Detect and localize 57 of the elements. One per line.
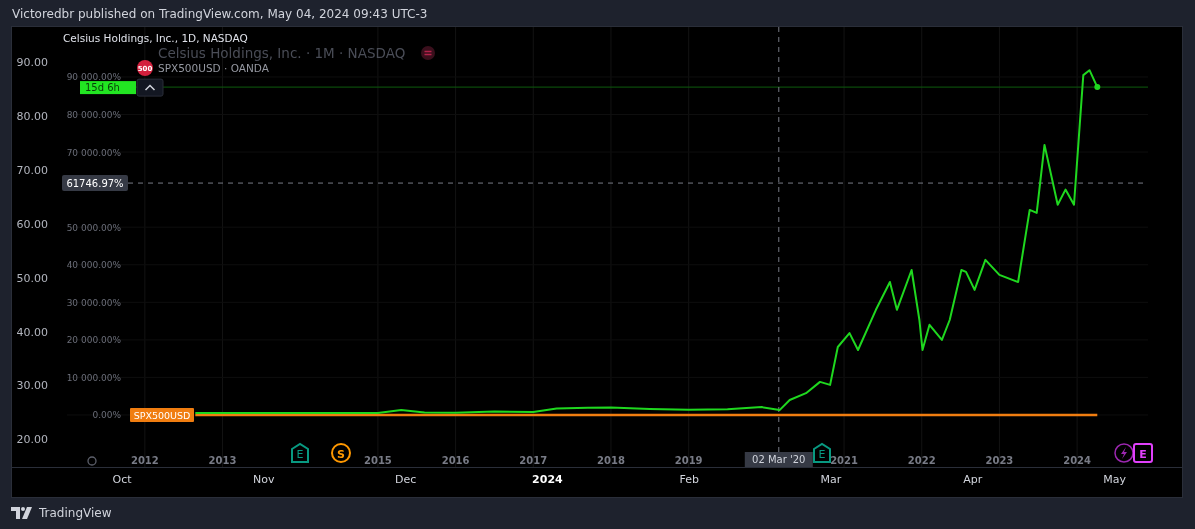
time-axis-label: Mar [820, 473, 842, 486]
earnings-marker[interactable]: E [291, 442, 309, 463]
crosshair-date-label: 02 Mar '20 [744, 452, 813, 467]
time-axis-label: Apr [963, 473, 983, 486]
brand-name: TradingView [39, 505, 112, 522]
compare-symbol-label: SPX500USD · OANDA [158, 62, 269, 74]
collapse-button[interactable] [136, 78, 164, 97]
overlay-symbol-title: Celsius Holdings, Inc. · 1M · NASDAQ [158, 45, 406, 61]
earnings-marker[interactable]: E [1133, 443, 1153, 463]
year-axis-label: 2013 [208, 455, 237, 466]
ref-line-label: 61746.97% [66, 178, 124, 190]
percent-axis-label: 20 000.00% [66, 335, 121, 346]
year-axis-label: 2023 [985, 455, 1014, 466]
series-tag: SPX500USD [130, 408, 194, 422]
price-axis-label: 40.00 [16, 325, 48, 339]
symbol-title: Celsius Holdings, Inc., 1D, NASDAQ [63, 32, 248, 44]
lightning-icon[interactable] [1114, 443, 1134, 463]
year-axis-label: 2021 [830, 455, 858, 466]
price-axis-label: 70.00 [16, 163, 48, 177]
price-axis-label: 30.00 [16, 379, 48, 393]
price-axis-label: 90.00 [16, 56, 48, 69]
year-axis-label: 2016 [441, 455, 470, 466]
time-axis-label: Oct [112, 473, 132, 486]
time-axis-label: 2024 [532, 473, 563, 486]
percent-axis-label: 80 000.00% [66, 110, 121, 120]
year-axis-label: 2024 [1063, 455, 1092, 466]
logo-icon [11, 507, 33, 519]
publish-info: Victoredbr published on TradingView.com, May 04, 2024 09:43 UTC-3 [12, 5, 428, 23]
time-axis-label: Dec [394, 473, 417, 486]
time-axis-label: Nov [253, 473, 275, 486]
percent-axis-label: 0.00% [92, 410, 121, 421]
year-axis-label: 2017 [519, 455, 548, 466]
year-axis-label: 2018 [597, 455, 625, 466]
earnings-marker[interactable]: E [813, 442, 831, 463]
percent-axis-label: 70 000.00% [66, 147, 121, 158]
year-axis-label: 2015 [364, 455, 392, 466]
ref-line-label: 02 Mar '20 [752, 454, 806, 465]
year-axis-label: 2019 [674, 455, 703, 466]
crosshair-price-label: 61746.97% [62, 175, 128, 192]
indicator-icon[interactable] [421, 46, 435, 60]
year-axis-label: 2022 [907, 455, 936, 466]
price-axis-label: 60.00 [16, 217, 48, 231]
last-value-dot [1094, 84, 1101, 91]
year-axis-label: 2012 [130, 455, 159, 466]
time-axis-label: Feb [679, 473, 699, 486]
percent-axis-label: 40 000.00% [66, 260, 121, 271]
dividend-marker[interactable]: S [331, 443, 351, 463]
time-axis-label: May [1103, 473, 1126, 486]
countdown-tag: 15d 6h [80, 81, 136, 95]
percent-axis-label: 10 000.00% [66, 372, 121, 383]
price-axis-label: 20.00 [16, 433, 48, 447]
percent-axis-label: 50 000.00% [66, 222, 121, 233]
percent-axis-label: 30 000.00% [66, 297, 121, 308]
percent-axis-label: 90 000.00% [66, 72, 121, 83]
price-axis-label: 50.00 [16, 271, 48, 285]
target-icon[interactable] [87, 456, 97, 466]
price-axis-label: 80.00 [16, 109, 48, 123]
